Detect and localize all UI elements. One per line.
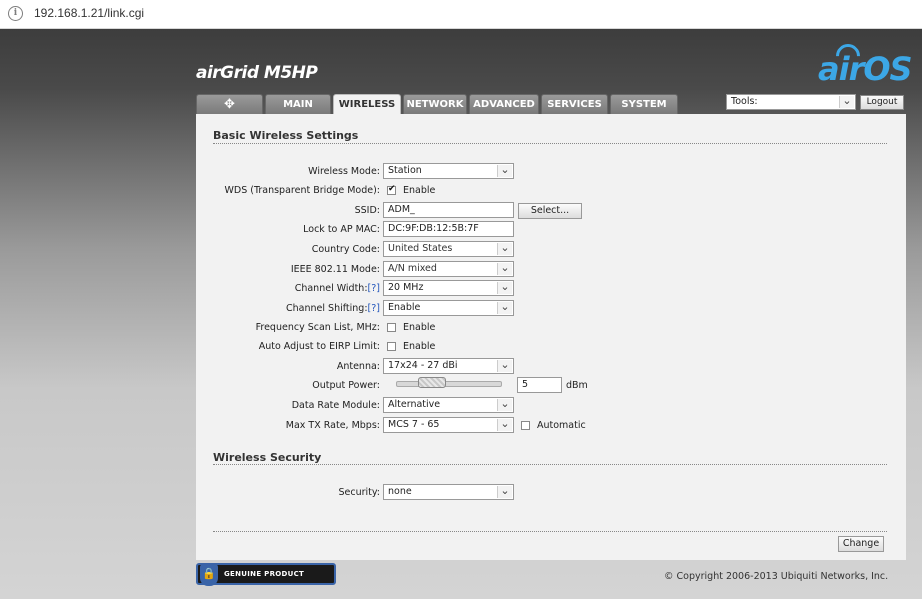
max-tx-automatic-checkbox[interactable] [521, 421, 530, 430]
basic-wireless-title: Basic Wireless Settings [213, 129, 359, 142]
output-power-slider-handle[interactable] [418, 377, 446, 388]
channel-width-help-link[interactable]: [?] [368, 283, 380, 294]
country-code-label: Country Code: [311, 244, 380, 255]
tab-ubnt-logo[interactable]: ✥ [196, 94, 263, 114]
genuine-product-badge: 🔒 GENUINE PRODUCT [196, 563, 336, 586]
ssid-input[interactable]: ADM_ [383, 202, 514, 218]
data-rate-label: Data Rate Module: [291, 400, 380, 411]
tab-services[interactable]: SERVICES [541, 94, 608, 114]
wds-enable-label: Enable [403, 185, 436, 196]
browser-address-bar: i 192.168.1.21/link.cgi [0, 0, 922, 29]
data-rate-select[interactable]: Alternative [383, 397, 514, 413]
max-tx-automatic-label: Automatic [537, 420, 586, 431]
max-tx-rate-select[interactable]: MCS 7 - 65 [383, 417, 514, 433]
lock-ap-mac-input[interactable]: DC:9F:DB:12:5B:7F [383, 221, 514, 237]
ssid-select-button[interactable]: Select... [518, 203, 582, 219]
auto-eirp-checkbox[interactable] [387, 342, 396, 351]
channel-shifting-help-link[interactable]: [?] [368, 303, 380, 314]
change-button[interactable]: Change [838, 536, 884, 552]
country-code-select[interactable]: United States [383, 241, 514, 257]
logout-button[interactable]: Logout [860, 95, 904, 110]
ubnt-antenna-icon: ✥ [224, 97, 235, 112]
max-tx-rate-label: Max TX Rate, Mbps: [285, 420, 380, 431]
channel-width-select[interactable]: 20 MHz [383, 280, 514, 296]
wireless-settings-panel: Basic Wireless Settings Wireless Mode: S… [196, 114, 906, 560]
lock-shield-icon: 🔒 [200, 564, 218, 586]
tab-system[interactable]: SYSTEM [610, 94, 678, 114]
url-text[interactable]: 192.168.1.21/link.cgi [34, 6, 144, 20]
security-select[interactable]: none [383, 484, 514, 500]
lock-ap-mac-label: Lock to AP MAC: [303, 224, 380, 235]
footer-divider [213, 531, 887, 532]
antenna-select[interactable]: 17x24 - 27 dBi [383, 358, 514, 374]
channel-shifting-label: Channel Shifting:[?] [286, 303, 380, 314]
product-logo: airGrid M5HP [196, 63, 318, 83]
info-icon[interactable]: i [8, 6, 23, 21]
output-power-unit: dBm [566, 380, 588, 391]
channel-shifting-select[interactable]: Enable [383, 300, 514, 316]
section-divider [213, 464, 887, 465]
auto-eirp-enable-label: Enable [403, 341, 436, 352]
tab-wireless[interactable]: WIRELESS [333, 94, 401, 115]
ssid-label: SSID: [354, 205, 380, 216]
wds-checkbox[interactable] [387, 184, 396, 195]
wds-label: WDS (Transparent Bridge Mode): [224, 185, 380, 196]
output-power-label: Output Power: [312, 380, 380, 391]
security-label: Security: [338, 487, 380, 498]
ieee-mode-select[interactable]: A/N mixed [383, 261, 514, 277]
antenna-label: Antenna: [336, 361, 380, 372]
wireless-mode-select[interactable]: Station [383, 163, 514, 179]
tab-network[interactable]: NETWORK [403, 94, 467, 114]
channel-width-label: Channel Width:[?] [294, 283, 380, 294]
freq-scan-enable-label: Enable [403, 322, 436, 333]
wireless-security-title: Wireless Security [213, 451, 322, 464]
output-power-input[interactable]: 5 [517, 377, 562, 393]
tools-select[interactable]: Tools: [726, 94, 856, 110]
tab-advanced[interactable]: ADVANCED [469, 94, 539, 114]
ieee-mode-label: IEEE 802.11 Mode: [290, 264, 380, 275]
copyright-text: © Copyright 2006-2013 Ubiquiti Networks,… [664, 571, 889, 582]
freq-scan-label: Frequency Scan List, MHz: [255, 322, 380, 333]
genuine-product-text: GENUINE PRODUCT [224, 570, 305, 578]
auto-eirp-label: Auto Adjust to EIRP Limit: [258, 341, 380, 352]
tab-main[interactable]: MAIN [265, 94, 331, 114]
section-divider [213, 143, 887, 144]
wireless-mode-label: Wireless Mode: [308, 166, 380, 177]
freq-scan-checkbox[interactable] [387, 323, 396, 332]
airos-logo: airOS [818, 50, 913, 88]
output-power-slider-track[interactable] [396, 381, 502, 387]
